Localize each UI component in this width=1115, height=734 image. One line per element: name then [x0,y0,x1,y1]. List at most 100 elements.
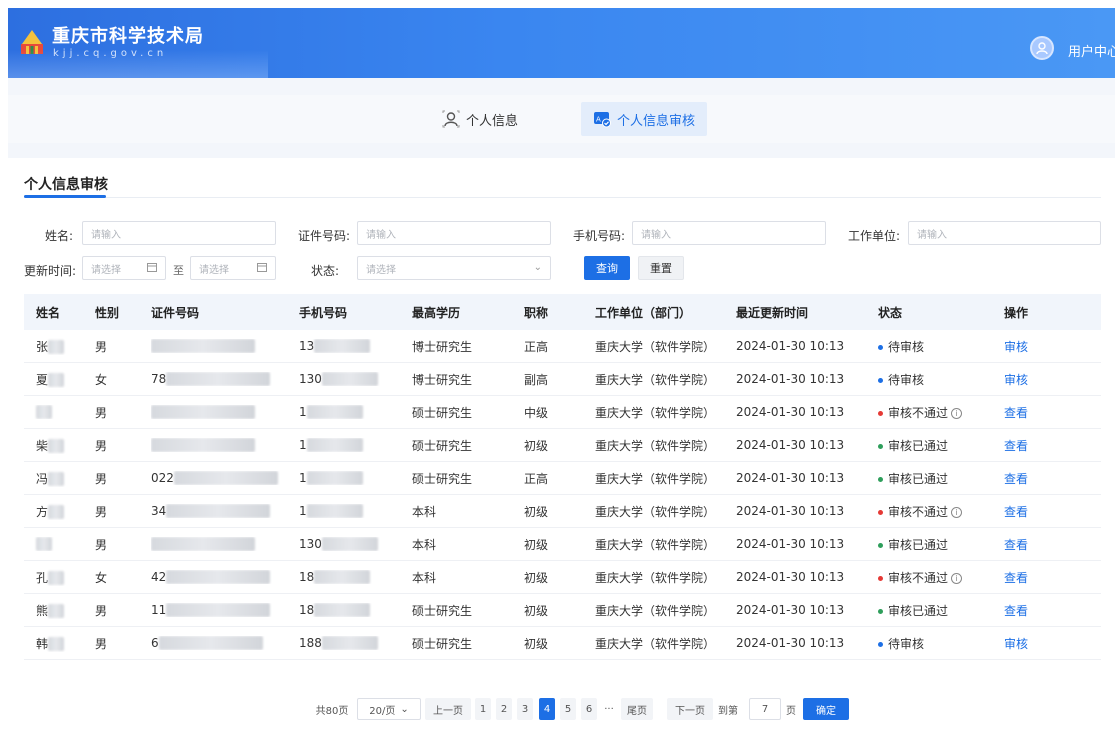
table-row: 柴 男 1 硕士研究生 初级 重庆大学（软件学院） 2024-01-30 10:13 审核已通… [24,429,1101,462]
status-select[interactable]: 请选择 ⌄ [357,256,551,280]
redaction-blur [36,537,52,552]
cell-title-text: 正高 [524,339,549,354]
view-link[interactable]: 查看 [1004,505,1028,519]
cell-id-number-text: 34 [151,503,167,518]
cell-title-text: 初级 [524,537,549,552]
date-end-picker[interactable]: 请选择 [190,256,276,280]
cell-education: 本科 [412,536,524,553]
page-button[interactable]: 3 [517,698,533,720]
cell-title: 正高 [524,338,595,355]
view-link[interactable]: 查看 [1004,604,1028,618]
tab-personal-info[interactable]: 个人信息 [430,102,530,136]
view-link[interactable]: 查看 [1004,439,1028,453]
status-badge: 待审核 [888,339,925,354]
audit-link[interactable]: 审核 [1004,340,1028,354]
goto-confirm-button[interactable]: 确定 [803,698,849,720]
cell-phone: 130 [299,372,412,387]
name-input[interactable]: 请输入 [82,221,276,245]
cell-status: 审核不通过 i [878,503,1004,520]
page-unit-label: 页 [786,705,796,717]
info-icon[interactable]: i [951,506,963,518]
column-header: 工作单位（部门） [595,305,692,320]
table-body: 张男 13 博士研究生 正高 重庆大学（软件学院） 2024-01-30 10:13 待审核… [24,330,1101,660]
id-number-input[interactable]: 请输入 [357,221,551,245]
cell-organization-text: 重庆大学（软件学院） [595,372,716,387]
cell-education-text: 硕士研究生 [412,471,473,486]
cell-phone-text: 130 [299,371,322,386]
cell-action: 查看 [1004,536,1101,553]
view-link[interactable]: 查看 [1004,571,1028,585]
page-ellipsis[interactable]: ··· [600,698,618,720]
cell-education-text: 本科 [412,537,437,552]
cell-education: 硕士研究生 [412,602,524,619]
redaction-blur [166,570,271,585]
tab-personal-info-audit[interactable]: A 个人信息审核 [581,102,708,136]
next-page-button[interactable]: 下一页 [667,698,713,720]
page-size-select[interactable]: 20/页 ⌄ [357,698,421,720]
prev-page-button[interactable]: 上一页 [425,698,471,720]
cell-organization: 重庆大学（软件学院） [595,602,736,619]
cell-phone-text: 188 [299,635,322,650]
calendar-icon [147,263,157,272]
page-button-current[interactable]: 4 [539,698,555,720]
table-row: 熊 男 11 18 硕士研究生 初级 重庆大学（软件学院） 2024-01-30 10:13 审… [24,594,1101,627]
column-header: 最高学历 [412,305,461,320]
org-input-placeholder: 请输入 [917,229,947,241]
phone-input[interactable]: 请输入 [632,221,826,245]
cell-title: 初级 [524,569,595,586]
cell-phone-text: 18 [299,569,315,584]
cell-name: 柴 [24,437,95,454]
cell-education-text: 本科 [412,504,437,519]
page-button[interactable]: 1 [475,698,491,720]
cell-title: 初级 [524,437,595,454]
cell-id-number: 022 [151,471,299,486]
cell-gender: 男 [95,503,151,520]
audit-link[interactable]: 审核 [1004,373,1028,387]
cell-update-time-text: 2024-01-30 10:13 [736,603,845,617]
query-button[interactable]: 查询 [584,256,630,280]
cell-id-number: 34 [151,504,299,519]
user-avatar-icon[interactable] [1030,36,1054,60]
cell-action: 审核 [1004,635,1101,652]
cell-action: 审核 [1004,371,1101,388]
reset-button[interactable]: 重置 [638,256,684,280]
column-header: 手机号码 [299,305,348,320]
info-icon[interactable]: i [951,407,963,419]
view-link[interactable]: 查看 [1004,472,1028,486]
goto-page-input[interactable]: 7 [749,698,781,720]
page-button[interactable]: 6 [581,698,597,720]
user-center-link[interactable]: 用户中心 [1068,41,1115,60]
cell-education-text: 硕士研究生 [412,438,473,453]
main-content: 个人信息审核 姓名: 请输入 证件号码: 请输入 手机号码: 请输入 工作单位:… [8,158,1115,734]
date-start-picker[interactable]: 请选择 [82,256,166,280]
view-link[interactable]: 查看 [1004,538,1028,552]
goto-label: 到第 [718,705,738,717]
cell-title-text: 初级 [524,603,549,618]
site-title[interactable]: 重庆市科学技术局 [52,22,204,48]
table-header: 姓名 性别 证件号码 手机号码 最高学历 职称 工作单位（部门） 最近更新时间 … [24,294,1101,330]
info-icon[interactable]: i [951,572,963,584]
audit-link[interactable]: 审核 [1004,637,1028,651]
cell-gender-text: 女 [95,570,108,585]
status-badge: 待审核 [888,372,925,387]
table-row: 孔 女 42 18 本科 初级 重庆大学（软件学院） 2024-01-30 10:13 审核不通… [24,561,1101,594]
table-row: 夏 女 78 130 博士研究生 副高 重庆大学（软件学院） 2024-01-30 10:13… [24,363,1101,396]
status-badge: 审核不通过 [888,570,949,585]
cell-update-time-text: 2024-01-30 10:13 [736,438,845,452]
status-dot [878,509,883,515]
status-dot [878,344,883,350]
cell-phone: 1 [299,438,412,453]
org-input[interactable]: 请输入 [908,221,1101,245]
chevron-down-icon: ⌄ [533,262,542,273]
org-filter-label: 工作单位: [848,229,901,243]
column-header: 状态 [878,305,903,320]
view-link[interactable]: 查看 [1004,406,1028,420]
cell-gender-text: 男 [95,471,108,486]
cell-status: 审核不通过 i [878,404,1004,421]
status-dot [878,641,883,647]
page-button[interactable]: 5 [560,698,576,720]
tab-personal-info-audit-label: 个人信息审核 [617,113,696,129]
page-button[interactable]: 2 [496,698,512,720]
last-page-button[interactable]: 尾页 [621,698,653,720]
status-badge: 待审核 [888,636,925,651]
